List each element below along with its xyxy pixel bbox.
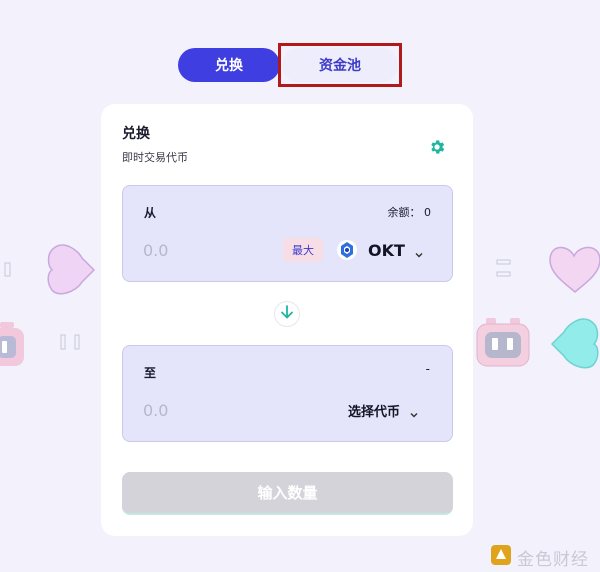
okt-token-icon bbox=[337, 240, 357, 260]
card-subtitle: 即时交易代币 bbox=[122, 151, 188, 164]
to-token-selector[interactable]: 选择代币 bbox=[348, 396, 419, 424]
small-bars-decoration-left bbox=[60, 334, 84, 354]
to-amount-input[interactable]: 0.0 bbox=[143, 401, 168, 420]
to-balance-text: - bbox=[425, 362, 430, 376]
from-token-selector[interactable]: OKT bbox=[337, 236, 424, 264]
from-amount-input[interactable]: 0.0 bbox=[143, 241, 168, 260]
submit-button[interactable]: 输入数量 bbox=[122, 472, 453, 515]
balance-text: 余额： 0 bbox=[387, 206, 432, 219]
chevron-down-icon bbox=[409, 405, 419, 418]
swap-direction-button[interactable] bbox=[274, 301, 300, 327]
gear-icon[interactable] bbox=[428, 138, 446, 156]
tab-liquidity-pool[interactable]: 资金池 bbox=[282, 48, 398, 82]
tab-swap[interactable]: 兑换 bbox=[178, 48, 280, 82]
robot-decoration-right bbox=[476, 318, 530, 372]
from-label: 从 bbox=[144, 206, 157, 220]
highlight-box: 资金池 bbox=[278, 43, 402, 87]
to-token-name: 选择代币 bbox=[348, 404, 401, 420]
swap-card: 兑换 即时交易代币 从 余额： 0 0.0 最大 OKT 至 - 0.0 选择代… bbox=[101, 104, 473, 536]
watermark-logo-icon bbox=[490, 544, 512, 570]
watermark-text: 金色财经 bbox=[517, 549, 589, 570]
max-button[interactable]: 最大 bbox=[283, 238, 323, 262]
robot-decoration-left bbox=[0, 322, 28, 372]
arrow-down-icon bbox=[279, 304, 295, 324]
pink-heart-decoration-left bbox=[46, 242, 96, 302]
from-token-name: OKT bbox=[368, 240, 405, 260]
tab-bar: 兑换 资金池 bbox=[178, 43, 402, 87]
chevron-down-icon bbox=[414, 245, 424, 258]
dash-decoration-right bbox=[496, 258, 512, 284]
from-panel: 从 余额： 0 0.0 最大 OKT bbox=[122, 185, 453, 282]
watermark: 金色财经 bbox=[490, 544, 589, 570]
to-label: 至 bbox=[144, 366, 157, 380]
card-title: 兑换 bbox=[122, 126, 150, 142]
small-bar-decoration-left bbox=[4, 262, 12, 282]
teal-heart-decoration-right bbox=[550, 316, 600, 376]
pink-heart-decoration-right bbox=[548, 244, 600, 298]
to-panel: 至 - 0.0 选择代币 bbox=[122, 345, 453, 442]
